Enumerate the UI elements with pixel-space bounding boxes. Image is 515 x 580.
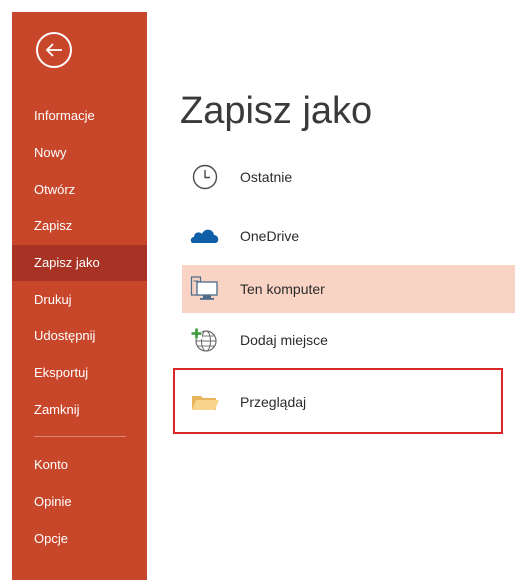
- nav-item-konto[interactable]: Konto: [12, 447, 147, 483]
- nav-item-informacje[interactable]: Informacje: [12, 98, 147, 134]
- nav-item-opcje[interactable]: Opcje: [12, 521, 147, 557]
- nav-item-zapisz[interactable]: Zapisz: [12, 208, 147, 244]
- location-ten-komputer[interactable]: Ten komputer: [182, 265, 515, 313]
- nav-item-nowy[interactable]: Nowy: [12, 135, 147, 171]
- clock-icon: [192, 164, 218, 190]
- computer-icon: [190, 276, 218, 300]
- nav-item-drukuj[interactable]: Drukuj: [12, 282, 147, 318]
- page-title: Zapisz jako: [180, 90, 373, 132]
- nav-divider: [34, 436, 126, 437]
- nav-item-eksportuj[interactable]: Eksportuj: [12, 355, 147, 391]
- location-onedrive[interactable]: OneDrive: [182, 212, 515, 260]
- nav-item-opinie[interactable]: Opinie: [12, 484, 147, 520]
- location-label: Ten komputer: [240, 281, 325, 297]
- highlight-annotation-box: [173, 368, 503, 434]
- nav-item-zapisz-jako[interactable]: Zapisz jako: [12, 245, 147, 281]
- back-arrow-icon: [45, 43, 62, 57]
- location-dodaj-miejsce[interactable]: Dodaj miejsce: [182, 316, 515, 364]
- nav-item-otworz[interactable]: Otwórz: [12, 172, 147, 208]
- location-ostatnie[interactable]: Ostatnie: [182, 153, 515, 201]
- location-label: OneDrive: [240, 228, 300, 244]
- nav-item-udostepnij[interactable]: Udostępnij: [12, 318, 147, 354]
- location-label: Ostatnie: [240, 169, 293, 185]
- backstage-sidebar: Informacje Nowy Otwórz Zapisz Zapisz jak…: [12, 12, 147, 580]
- back-button[interactable]: [36, 32, 72, 68]
- location-label: Dodaj miejsce: [240, 332, 328, 348]
- nav-item-zamknij[interactable]: Zamknij: [12, 392, 147, 428]
- add-place-globe-icon: [191, 328, 217, 352]
- cloud-icon: [190, 229, 219, 243]
